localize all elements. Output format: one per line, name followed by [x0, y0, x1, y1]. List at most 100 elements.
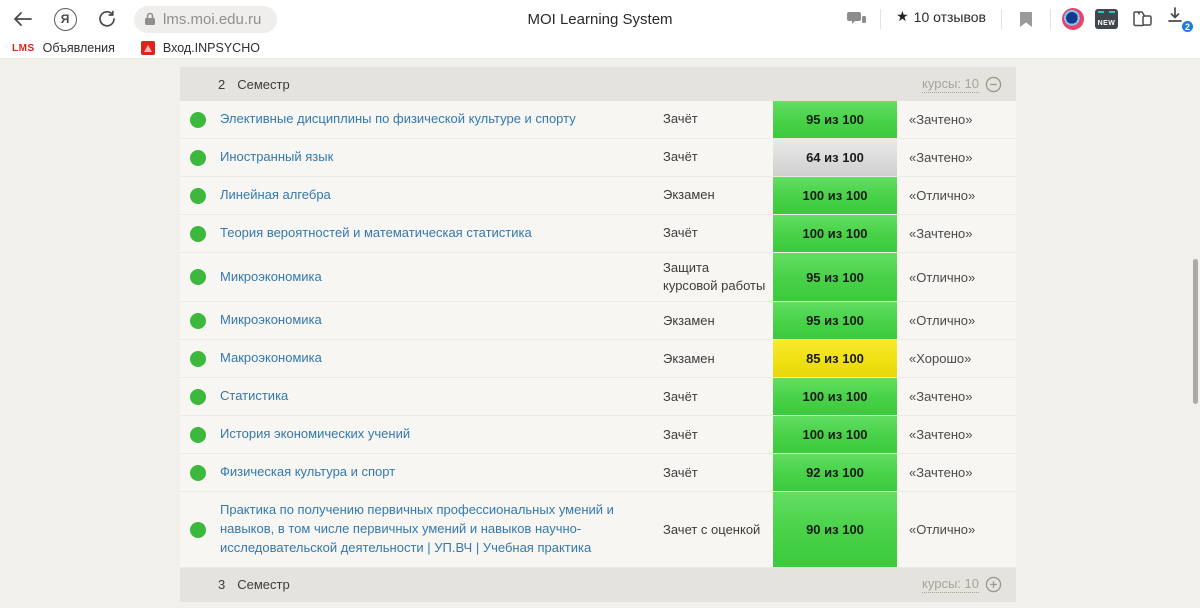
course-link[interactable]: Иностранный язык [220, 148, 333, 167]
address-bar[interactable]: lms.moi.edu.ru [134, 6, 277, 33]
status-dot-icon [190, 351, 206, 367]
exam-type: Зачёт [663, 378, 773, 415]
course-row: Иностранный языкЗачёт64 из 100«Зачтено» [180, 139, 1016, 177]
status-cell [180, 454, 220, 491]
courses-count-label: курсы: 10 [922, 576, 979, 593]
reviews-rating[interactable]: ★ 10 отзывов [892, 8, 990, 30]
download-icon [1166, 6, 1184, 24]
grade-text: «Зачтено» [897, 454, 1016, 491]
exam-type: Зачёт [663, 139, 773, 176]
course-rows: Элективные дисциплины по физической куль… [180, 101, 1016, 568]
bookmark-icon [1019, 11, 1033, 28]
status-cell [180, 101, 220, 138]
course-link[interactable]: Макроэкономика [220, 349, 322, 368]
course-row: МикроэкономикаЭкзамен95 из 100«Отлично» [180, 302, 1016, 340]
courses-count-label: курсы: 10 [922, 76, 979, 93]
course-name-cell: Практика по получению первичных професси… [220, 492, 663, 567]
course-name-cell: Микроэкономика [220, 253, 663, 301]
chat-button[interactable] [843, 6, 869, 32]
yandex-button[interactable]: Я [52, 6, 78, 32]
expand-plus-icon [985, 576, 1002, 593]
status-cell [180, 215, 220, 252]
grade-text: «Зачтено» [897, 215, 1016, 252]
exam-type: Зачёт [663, 101, 773, 138]
course-row: МакроэкономикаЭкзамен85 из 100«Хорошо» [180, 340, 1016, 378]
semester-title: Семестр [237, 577, 289, 592]
grade-text: «Зачтено» [897, 416, 1016, 453]
score-badge: 90 из 100 [773, 492, 897, 567]
status-dot-icon [190, 465, 206, 481]
toolbar-divider [1050, 9, 1051, 29]
course-link[interactable]: Микроэкономика [220, 268, 322, 287]
nav-buttons: Я [10, 6, 120, 32]
course-link[interactable]: Линейная алгебра [220, 186, 331, 205]
back-button[interactable] [10, 6, 36, 32]
course-name-cell: Иностранный язык [220, 139, 663, 176]
rating-bar-negative [964, 27, 980, 30]
grade-text: «Отлично» [897, 253, 1016, 301]
grade-text: «Хорошо» [897, 340, 1016, 377]
vertical-scrollbar-thumb[interactable] [1193, 259, 1198, 404]
collections-icon [1132, 10, 1153, 28]
chat-icon [847, 11, 866, 28]
course-link[interactable]: Статистика [220, 387, 288, 406]
course-link[interactable]: Элективные дисциплины по физической куль… [220, 110, 576, 129]
rating-bar-positive [902, 27, 964, 30]
score-badge: 95 из 100 [773, 101, 897, 138]
exam-type: Зачет с оценкой [663, 492, 773, 567]
downloads-button[interactable]: 2 [1166, 6, 1190, 32]
refresh-button[interactable] [94, 6, 120, 32]
lms-favicon: LMS [12, 43, 35, 54]
course-row: Физическая культура и спорт Зачёт92 из 10… [180, 454, 1016, 492]
course-link[interactable]: Теория вероятностей и математическая ста… [220, 224, 532, 243]
new-features-button[interactable]: NEW [1095, 9, 1118, 29]
star-icon: ★ [896, 8, 909, 25]
semester-3-expand-toggle[interactable]: курсы: 10 [922, 576, 1002, 593]
status-cell [180, 416, 220, 453]
bookmark-button[interactable] [1013, 6, 1039, 32]
status-cell [180, 177, 220, 214]
new-badge-label: NEW [1098, 19, 1116, 29]
bookmark-item-announcements[interactable]: LMS Объявления [12, 41, 115, 55]
semester-2-collapse-toggle[interactable]: курсы: 10 [922, 76, 1002, 93]
status-cell [180, 492, 220, 567]
bookmarks-bar: LMS Объявления Вход.INPSYCHO [0, 38, 1200, 59]
page-content: 2 Семестр курсы: 10 Элективные дисциплин… [0, 59, 1200, 608]
exam-type: Экзамен [663, 302, 773, 339]
score-badge: 92 из 100 [773, 454, 897, 491]
semester-3-header: 3 Семестр курсы: 10 [180, 568, 1016, 602]
semester-grades-table: 2 Семестр курсы: 10 Элективные дисциплин… [180, 67, 1016, 602]
course-name-cell: Макроэкономика [220, 340, 663, 377]
score-badge: 95 из 100 [773, 302, 897, 339]
course-name-cell: Статистика [220, 378, 663, 415]
score-badge: 100 из 100 [773, 215, 897, 252]
course-row: Линейная алгебраЭкзамен100 из 100«Отличн… [180, 177, 1016, 215]
course-row: МикроэкономикаЗащита курсовой работы95 и… [180, 253, 1016, 302]
status-dot-icon [190, 522, 206, 538]
toolbar-divider [1001, 9, 1002, 29]
exam-type: Экзамен [663, 177, 773, 214]
yandex-icon: Я [54, 8, 77, 31]
course-link[interactable]: Микроэкономика [220, 311, 322, 330]
bookmark-item-inpsycho[interactable]: Вход.INPSYCHO [141, 41, 260, 55]
status-dot-icon [190, 188, 206, 204]
exam-type: Защита курсовой работы [663, 253, 773, 301]
course-link[interactable]: История экономических учений [220, 425, 410, 444]
course-link[interactable]: Физическая культура и спорт [220, 463, 395, 482]
bookmark-label: Объявления [43, 41, 115, 55]
bookmark-label: Вход.INPSYCHO [163, 41, 260, 55]
course-row: История экономических ученийЗачёт100 из … [180, 416, 1016, 454]
collections-button[interactable] [1129, 6, 1155, 32]
status-cell [180, 340, 220, 377]
profile-extension-icon[interactable] [1062, 8, 1084, 30]
url-text: lms.moi.edu.ru [163, 11, 261, 28]
score-badge: 85 из 100 [773, 340, 897, 377]
exam-type: Зачёт [663, 454, 773, 491]
course-row: СтатистикаЗачёт100 из 100«Зачтено» [180, 378, 1016, 416]
score-badge: 100 из 100 [773, 416, 897, 453]
course-name-cell: История экономических учений [220, 416, 663, 453]
score-badge: 100 из 100 [773, 378, 897, 415]
status-dot-icon [190, 226, 206, 242]
status-cell [180, 302, 220, 339]
course-link[interactable]: Практика по получению первичных професси… [220, 501, 649, 558]
